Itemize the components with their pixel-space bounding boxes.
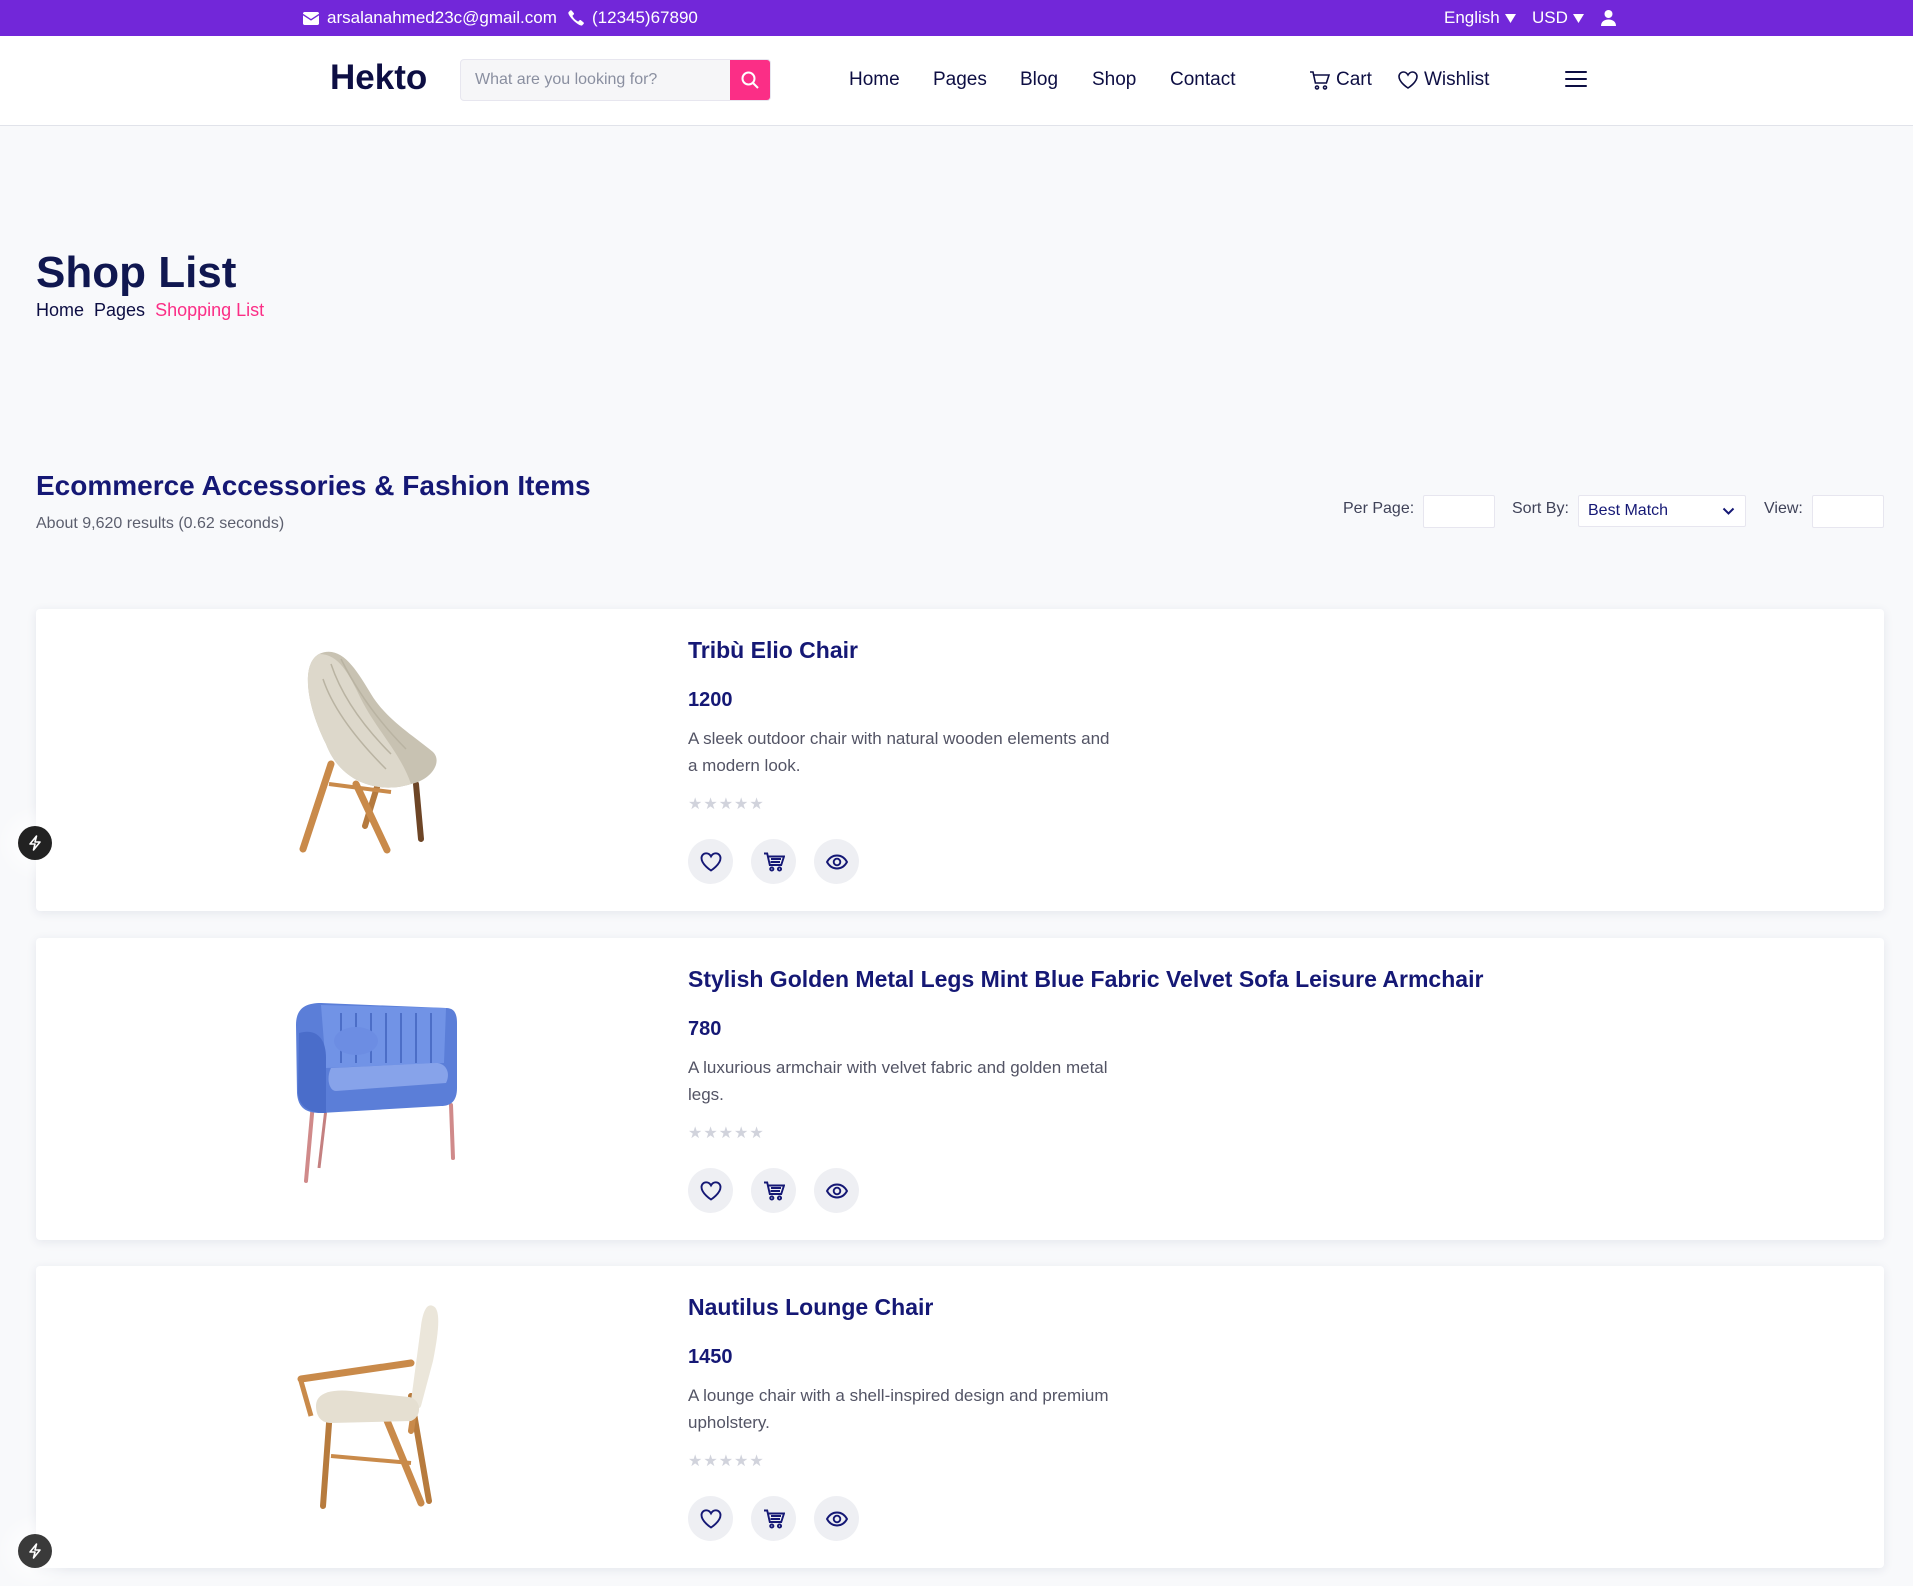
add-to-wishlist-button[interactable]: [688, 1496, 733, 1541]
cart-icon: [763, 1509, 785, 1529]
nav-home-label: Home: [849, 69, 900, 90]
view-label: View:: [1764, 500, 1803, 517]
view-input[interactable]: [1812, 495, 1884, 528]
sort-by-select[interactable]: Best Match: [1578, 495, 1746, 527]
phone-text: (12345)67890: [592, 8, 698, 27]
eye-icon: [825, 1511, 848, 1526]
nav-contact[interactable]: Contact: [1170, 36, 1235, 124]
add-to-cart-button[interactable]: [751, 1168, 796, 1213]
search-button[interactable]: [730, 60, 770, 100]
cart-icon: [763, 852, 785, 872]
product-name[interactable]: Nautilus Lounge Chair: [688, 1294, 933, 1321]
page-title: Shop List: [36, 248, 237, 297]
quick-view-button[interactable]: [814, 1496, 859, 1541]
caret-down-icon: [1572, 13, 1584, 23]
add-to-wishlist-button[interactable]: [688, 839, 733, 884]
breadcrumb-home[interactable]: Home: [36, 300, 84, 321]
wishlist-link[interactable]: Wishlist: [1398, 36, 1489, 124]
currency-text: USD: [1532, 8, 1568, 27]
star-rating: ★★★★★: [688, 796, 765, 813]
product-image: [299, 651, 437, 854]
dev-tools-button[interactable]: [18, 1534, 52, 1568]
product-price: 780: [688, 1018, 722, 1040]
mail-icon: [303, 11, 319, 25]
wishlist-label: Wishlist: [1424, 69, 1490, 90]
per-page-label: Per Page:: [1343, 500, 1415, 517]
product-description: A lounge chair with a shell-inspired des…: [688, 1386, 1109, 1432]
add-to-cart-button[interactable]: [751, 839, 796, 884]
product-price: 1200: [688, 689, 733, 711]
eye-icon: [825, 1183, 848, 1198]
chevron-down-icon: [1722, 507, 1735, 515]
heart-icon: [700, 1508, 721, 1529]
user-icon: [1601, 10, 1616, 26]
product-description: A luxurious armchair with velvet fabric …: [688, 1058, 1108, 1104]
cart-icon: [1310, 70, 1330, 90]
nav-home[interactable]: Home: [849, 36, 900, 124]
cart-icon: [763, 1181, 785, 1201]
contact-email[interactable]: arsalanahmed23c@gmail.com: [303, 0, 557, 36]
nav-blog-label: Blog: [1020, 69, 1059, 90]
star-rating: ★★★★★: [688, 1453, 765, 1470]
nav-contact-label: Contact: [1170, 69, 1236, 90]
results-count: About 9,620 results (0.62 seconds): [36, 515, 285, 532]
hamburger-menu-icon[interactable]: [1565, 71, 1587, 89]
search-input[interactable]: [461, 60, 731, 100]
dev-tools-button[interactable]: [18, 826, 52, 860]
star-rating: ★★★★★: [688, 1125, 765, 1142]
search-bar: [460, 59, 771, 101]
sort-by-value: Best Match: [1588, 502, 1669, 519]
add-to-cart-button[interactable]: [751, 1496, 796, 1541]
lightning-icon: [29, 1543, 41, 1559]
account-button[interactable]: [1601, 0, 1616, 36]
contact-phone[interactable]: (12345)67890: [568, 0, 698, 36]
nav-pages[interactable]: Pages: [933, 36, 987, 124]
phone-icon: [568, 10, 584, 26]
product-name[interactable]: Tribù Elio Chair: [688, 637, 858, 664]
heart-icon: [700, 1180, 721, 1201]
heart-icon: [700, 851, 721, 872]
nav-shop-label: Shop: [1092, 69, 1137, 90]
product-card[interactable]: Tribù Elio Chair 1200 A sleek outdoor ch…: [36, 609, 1884, 911]
product-card[interactable]: Stylish Golden Metal Legs Mint Blue Fabr…: [36, 938, 1884, 1240]
product-image: [297, 1305, 439, 1509]
quick-view-button[interactable]: [814, 1168, 859, 1213]
search-icon: [741, 71, 759, 89]
caret-down-icon: [1504, 13, 1516, 23]
product-card[interactable]: Nautilus Lounge Chair 1450 A lounge chai…: [36, 1266, 1884, 1568]
language-selector[interactable]: English: [1444, 0, 1516, 36]
breadcrumb-current: Shopping List: [155, 300, 265, 320]
cart-link[interactable]: Cart: [1309, 36, 1372, 124]
nav-pages-label: Pages: [933, 69, 987, 90]
product-image: [296, 1003, 457, 1183]
main-header: Hekto Home Pages Blog Shop Contact Cart …: [0, 36, 1913, 126]
nav-shop[interactable]: Shop: [1092, 36, 1136, 124]
product-price: 1450: [688, 1346, 733, 1368]
quick-view-button[interactable]: [814, 839, 859, 884]
eye-icon: [825, 854, 848, 869]
product-name[interactable]: Stylish Golden Metal Legs Mint Blue Fabr…: [688, 966, 1483, 993]
sort-by-label: Sort By:: [1512, 500, 1569, 517]
breadcrumb: Home Pages Shopping List: [36, 300, 264, 321]
lightning-icon: [29, 835, 41, 851]
currency-selector[interactable]: USD: [1532, 0, 1584, 36]
nav-blog[interactable]: Blog: [1020, 36, 1058, 124]
product-description: A sleek outdoor chair with natural woode…: [688, 729, 1110, 775]
per-page-input[interactable]: [1423, 495, 1495, 528]
logo[interactable]: Hekto: [330, 58, 427, 98]
heart-icon: [1398, 71, 1418, 89]
email-text: arsalanahmed23c@gmail.com: [327, 8, 557, 27]
cart-label: Cart: [1336, 69, 1372, 90]
breadcrumb-pages[interactable]: Pages: [94, 300, 145, 321]
top-bar: arsalanahmed23c@gmail.com (12345)67890 E…: [0, 0, 1913, 36]
language-text: English: [1444, 8, 1500, 27]
add-to-wishlist-button[interactable]: [688, 1168, 733, 1213]
section-heading: Ecommerce Accessories & Fashion Items: [36, 470, 591, 501]
